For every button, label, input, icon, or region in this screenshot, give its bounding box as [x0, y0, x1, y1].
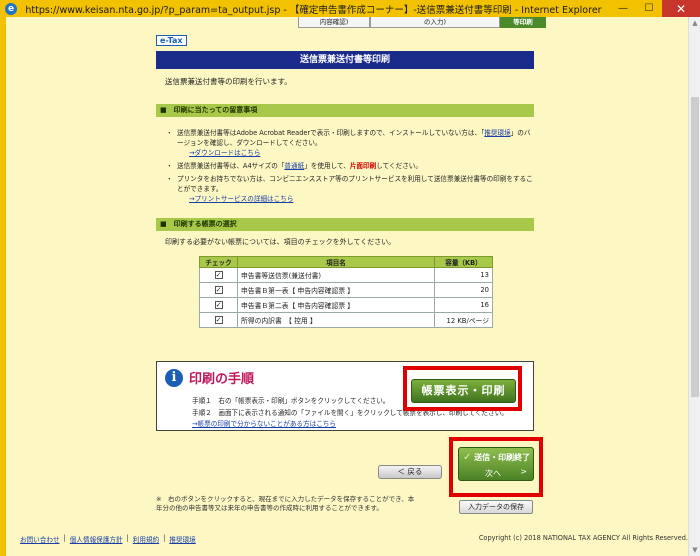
check-icon: ✓	[463, 452, 472, 463]
minimize-button[interactable]: —	[610, 0, 636, 17]
form-checkbox[interactable]: ✓	[214, 271, 223, 279]
step-tab-confirm: 内容確認)	[298, 17, 370, 28]
item-cell: 所得の内訳書 【 控用 】	[237, 312, 435, 328]
print-service-link[interactable]: →プリントサービスの詳細はこちら	[189, 194, 534, 204]
step-tabs: 内容確認) の入力) 等印刷	[298, 17, 546, 28]
scroll-down-icon[interactable]: ▼	[689, 544, 700, 556]
recommended-env-link[interactable]: 推奨環境	[484, 129, 510, 137]
item-cell: 申告書Ｂ第一表【 申告内容確認票 】	[237, 282, 435, 298]
page-intro: 送信票兼送付書等の印刷を行います。	[165, 77, 292, 86]
note-text: 送信票兼送付書等はAdobe Acrobat Readerで表示・印刷しますので…	[177, 129, 485, 137]
forms-table: チェック 項目名 容量（KB） ✓ 申告書等送信票(兼送付書) 13 ✓ 申告書…	[199, 256, 493, 328]
note-text: 」を使用して、	[304, 162, 350, 170]
internet-explorer-icon: e	[5, 2, 17, 15]
footer-link-privacy[interactable]: 個人情報保護方針	[70, 534, 123, 544]
form-checkbox[interactable]: ✓	[214, 316, 223, 324]
footer-separator: |	[163, 534, 166, 542]
save-note: ※ 右のボタンをクリックすると、現在までに入力したデータを保存することができ、本…	[156, 495, 415, 512]
back-button[interactable]: ＜ 戻る	[378, 465, 442, 479]
table-row: ✓ 申告書Ｂ第一表【 申告内容確認票 】 20	[199, 282, 493, 298]
footer-link-recommended-env[interactable]: 推奨環境	[169, 534, 195, 544]
window-controls: — ☐ ✕	[610, 0, 700, 17]
info-icon: i	[165, 369, 183, 387]
step-tab-input: の入力)	[370, 17, 500, 28]
close-button[interactable]: ✕	[662, 0, 700, 17]
finish-next-button[interactable]: ✓ 送信・印刷終了 次へ >	[458, 447, 534, 481]
plain-paper-link[interactable]: 普通紙	[284, 162, 304, 170]
table-row: ✓ 所得の内訳書 【 控用 】 12 KB/ページ	[199, 312, 493, 328]
main-content: e-Tax 送信票兼送付書等印刷 送信票兼送付書等の印刷を行います。 ■ 印刷に…	[156, 35, 534, 328]
print-help-link[interactable]: →帳票の印刷で分からないことがある方はこちら	[192, 418, 336, 428]
footer-separator: |	[63, 534, 66, 542]
size-cell: 16	[434, 297, 493, 313]
vertical-scrollbar[interactable]: ▲ ▼	[688, 17, 700, 556]
chevron-right-icon: >	[520, 467, 527, 476]
form-checkbox[interactable]: ✓	[214, 286, 223, 294]
scrollbar-thumb[interactable]	[691, 97, 699, 397]
footer: お問い合わせ | 個人情報保護方針 | 利用規約 | 推奨環境 Copyright (…	[20, 534, 688, 544]
next-label: 次へ	[485, 469, 501, 478]
scroll-up-icon[interactable]: ▲	[689, 17, 700, 29]
etax-logo: e-Tax	[156, 35, 187, 46]
display-print-button[interactable]: 帳票表示・印刷	[411, 379, 516, 403]
procedure-title: 印刷の手順	[189, 372, 255, 387]
notes-list: 送信票兼送付書等はAdobe Acrobat Readerで表示・印刷しますので…	[156, 128, 534, 204]
note-item: プリンタをお持ちでない方は、コンビニエンスストア等のプリントサービスを利用して送…	[166, 174, 534, 204]
procedure-step-1: 手順１ 右の「帳票表示・印刷」ボタンをクリックしてください。	[192, 397, 390, 405]
column-header-size: 容量（KB）	[434, 256, 493, 268]
size-cell: 12 KB/ページ	[434, 312, 493, 328]
note-text: プリンタをお持ちでない方は、コンビニエンスストア等のプリントサービスを利用して送…	[177, 175, 533, 193]
window-titlebar: e https://www.keisan.nta.go.jp/?p_param=…	[0, 0, 700, 17]
check-cell: ✓	[199, 297, 238, 313]
finish-label: 送信・印刷終了	[474, 453, 531, 462]
page-viewport: 内容確認) の入力) 等印刷 e-Tax 送信票兼送付書等印刷 送信票兼送付書等…	[0, 17, 688, 556]
size-cell: 13	[434, 267, 493, 283]
check-cell: ✓	[199, 282, 238, 298]
download-link[interactable]: →ダウンロードはこちら	[189, 148, 534, 158]
table-row: ✓ 申告書Ｂ第二表【 申告内容確認票 】 16	[199, 297, 493, 313]
form-checkbox[interactable]: ✓	[214, 301, 223, 309]
note-text: 送信票兼送付書等は、A4サイズの「	[177, 162, 285, 170]
item-cell: 申告書等送信票(兼送付書)	[237, 267, 435, 283]
window-title: https://www.keisan.nta.go.jp/?p_param=ta…	[25, 4, 602, 16]
note-item: 送信票兼送付書等は、A4サイズの「普通紙」を使用して、片面印刷してください。	[166, 161, 534, 171]
step-tab-print: 等印刷	[500, 17, 546, 28]
maximize-button[interactable]: ☐	[636, 0, 662, 17]
notes-heading: ■ 印刷に当たっての留意事項	[156, 104, 534, 117]
size-cell: 20	[434, 282, 493, 298]
table-row: ✓ 申告書等送信票(兼送付書) 13	[199, 267, 493, 283]
forms-intro: 印刷する必要がない帳票については、項目のチェックを外してください。	[165, 238, 396, 246]
save-input-data-button[interactable]: 入力データの保存	[459, 500, 533, 514]
check-cell: ✓	[199, 267, 238, 283]
finish-label-row: ✓ 送信・印刷終了	[463, 452, 530, 463]
copyright: Copyright (c) 2018 NATIONAL TAX AGENCY A…	[478, 534, 688, 542]
footer-separator: |	[126, 534, 129, 542]
table-header-row: チェック 項目名 容量（KB）	[199, 256, 493, 268]
footer-link-terms[interactable]: 利用規約	[133, 534, 159, 544]
note-text: してください。	[376, 162, 422, 170]
column-header-item: 項目名	[237, 256, 435, 268]
column-header-check: チェック	[199, 256, 238, 268]
item-cell: 申告書Ｂ第二表【 申告内容確認票 】	[237, 297, 435, 313]
single-side-print-text: 片面印刷	[349, 162, 377, 170]
forms-heading: ■ 印刷する帳票の選択	[156, 218, 534, 231]
window-frame	[0, 17, 6, 556]
check-cell: ✓	[199, 312, 238, 328]
footer-link-contact[interactable]: お問い合わせ	[20, 534, 60, 544]
note-item: 送信票兼送付書等はAdobe Acrobat Readerで表示・印刷しますので…	[166, 128, 534, 158]
page-title: 送信票兼送付書等印刷	[156, 51, 534, 69]
